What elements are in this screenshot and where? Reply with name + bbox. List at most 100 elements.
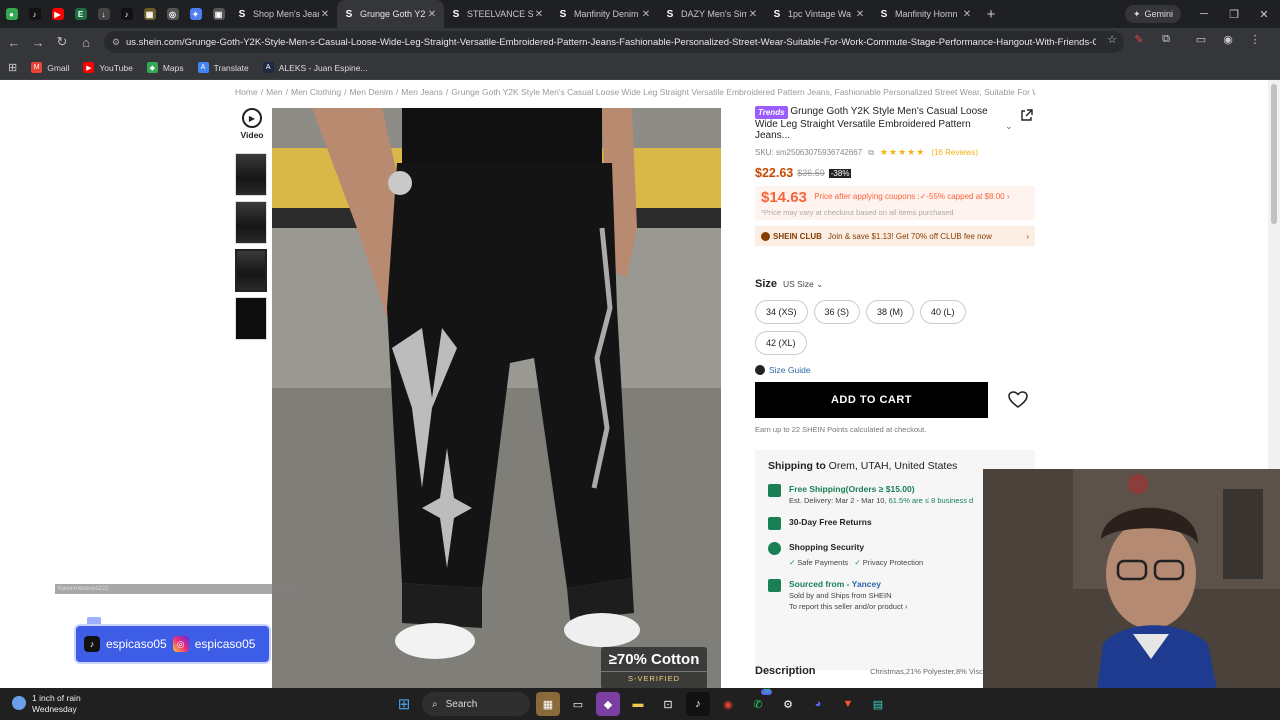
pinned-tab[interactable]: ▦ — [138, 0, 161, 28]
pinned-tab[interactable]: ✦ — [184, 0, 207, 28]
size-option-button[interactable]: 40 (L) — [920, 300, 966, 324]
back-icon[interactable]: ← — [2, 30, 26, 54]
windows-start-icon[interactable]: ⊞ — [392, 692, 416, 716]
browser-tab[interactable]: S Grunge Goth Y2K ✕ — [337, 0, 444, 28]
close-tab-icon[interactable]: ✕ — [426, 9, 438, 20]
browser-tab[interactable]: S Shop Men's Jean ✕ — [230, 0, 337, 28]
chevron-down-icon[interactable]: ⌄ — [1005, 121, 1013, 132]
size-guide-link[interactable]: Size Guide — [755, 365, 1035, 375]
app-icon[interactable]: ◆ — [596, 692, 620, 716]
bookmark-star-icon[interactable]: ☆ — [1105, 32, 1119, 46]
image-thumbnail[interactable] — [235, 153, 267, 196]
close-tab-icon[interactable]: ✕ — [533, 9, 545, 20]
pinned-tab[interactable]: ◎ — [161, 0, 184, 28]
bookmark-item[interactable]: A ALEKS - Juan Espine... — [262, 62, 368, 73]
reviews-link[interactable]: (16 Reviews) — [931, 148, 978, 157]
bookmark-item[interactable]: ◆ Maps — [146, 62, 184, 73]
scrollbar-thumb[interactable] — [1271, 84, 1277, 224]
tiktok-app-icon[interactable]: ♪ — [686, 692, 710, 716]
apps-grid-icon[interactable]: ⊞ — [8, 61, 17, 74]
close-tab-icon[interactable]: ✕ — [640, 9, 652, 20]
gemini-button[interactable]: ✦ Gemini — [1125, 5, 1181, 23]
browser-tab[interactable]: S STEELVANCE Stre✕ — [444, 0, 551, 28]
weather-widget[interactable]: 1 inch of rain Wednesday — [12, 693, 81, 715]
menu-dots-icon[interactable]: ⋮ — [1248, 32, 1262, 46]
description-row[interactable]: Description Christmas,21% Polyester,8% V… — [755, 665, 995, 677]
breadcrumb-link[interactable]: Men — [266, 87, 283, 97]
site-info-icon[interactable]: ⚙ — [112, 37, 126, 48]
brave-icon[interactable]: ▼ — [836, 692, 860, 716]
store-icon[interactable]: ⊡ — [656, 692, 680, 716]
breadcrumb-link[interactable]: Men Denim — [349, 87, 392, 97]
size-option-button[interactable]: 34 (XS) — [755, 300, 808, 324]
profile-avatar-icon[interactable]: ◉ — [1221, 32, 1235, 46]
chrome-app-icon[interactable]: ◉ — [716, 692, 740, 716]
instagram-handle: espicaso05 — [194, 637, 256, 651]
widget-icon[interactable]: ▦ — [536, 692, 560, 716]
vendor-link[interactable]: Yancey — [852, 579, 881, 589]
pinned-tab[interactable]: ♪ — [23, 0, 46, 28]
pinned-tab[interactable]: ▶ — [46, 0, 69, 28]
taskbar-search[interactable]: ⌕ Search — [422, 692, 530, 716]
jeans-photo — [272, 108, 721, 688]
discord-icon[interactable]: ◕ — [806, 692, 830, 716]
webcam-overlay — [983, 469, 1280, 720]
breadcrumb-link[interactable]: Men Jeans — [401, 87, 443, 97]
extensions-puzzle-icon[interactable]: ⧉ — [1159, 32, 1173, 46]
browser-tab[interactable]: S DAZY Men's Sim ✕ — [658, 0, 765, 28]
bookmark-item[interactable]: ▶ YouTube — [83, 62, 133, 73]
browser-tab[interactable]: S 1pc Vintage Wa ✕ — [765, 0, 872, 28]
task-view-icon[interactable]: ▭ — [566, 692, 590, 716]
size-option-button[interactable]: 42 (XL) — [755, 331, 807, 355]
bookmark-item[interactable]: M Gmail — [31, 62, 69, 73]
close-window-icon[interactable]: ✕ — [1249, 0, 1279, 28]
main-product-image[interactable] — [272, 108, 721, 688]
image-thumbnail-selected[interactable] — [235, 249, 267, 292]
minimize-icon[interactable]: ─ — [1189, 0, 1219, 28]
report-link[interactable]: To report this seller and/or product › — [789, 602, 907, 611]
close-tab-icon[interactable]: ✕ — [854, 9, 866, 20]
extension-icon[interactable]: ✎ — [1132, 32, 1146, 46]
image-thumbnail[interactable] — [235, 201, 267, 244]
add-to-cart-button[interactable]: ADD TO CART — [755, 382, 988, 418]
star-icon: ★ — [916, 147, 926, 157]
wishlist-button[interactable] — [1001, 383, 1035, 417]
home-icon[interactable]: ⌂ — [74, 30, 98, 54]
pinned-tab[interactable]: ● — [0, 0, 23, 28]
pinned-tab[interactable]: ♪ — [115, 0, 138, 28]
bookmark-item[interactable]: A Translate — [197, 62, 249, 73]
size-option-button[interactable]: 36 (S) — [813, 300, 861, 324]
copy-icon[interactable]: ⧉ — [868, 148, 874, 158]
share-icon[interactable] — [1020, 108, 1034, 122]
video-thumbnail[interactable]: ▶ Video — [235, 108, 269, 148]
close-tab-icon[interactable]: ✕ — [319, 9, 331, 20]
browser-tab[interactable]: S Manfinity Denim ✕ — [551, 0, 658, 28]
browser-tab[interactable]: S Manfinity Homn ✕ — [872, 0, 979, 28]
forward-icon[interactable]: → — [26, 30, 50, 54]
sourced-label: Sourced from — [789, 579, 845, 589]
breadcrumb-link[interactable]: Men Clothing — [291, 87, 341, 97]
whatsapp-icon[interactable]: ✆ 28 — [746, 689, 772, 716]
notepad-icon[interactable]: ▤ — [866, 692, 890, 716]
pinned-tab[interactable]: ▣ — [207, 0, 230, 28]
side-panel-icon[interactable]: ▭ — [1194, 32, 1208, 46]
excel-icon: E — [74, 8, 87, 20]
rain-cloud-icon — [12, 696, 26, 710]
steam-icon[interactable]: ⚙ — [776, 692, 800, 716]
url-input[interactable]: ⚙ us.shein.com/Grunge-Goth-Y2K-Style-Men… — [104, 31, 1124, 53]
size-option-button[interactable]: 38 (M) — [866, 300, 915, 324]
new-tab-button[interactable]: + — [979, 6, 1003, 23]
close-tab-icon[interactable]: ✕ — [961, 9, 973, 20]
pinned-tab[interactable]: E — [69, 0, 92, 28]
pinned-tab[interactable]: ↓ — [92, 0, 115, 28]
maximize-icon[interactable]: ❐ — [1219, 0, 1249, 28]
reload-icon[interactable]: ↻ — [50, 30, 74, 54]
size-system-select[interactable]: US Size ⌄ — [783, 279, 823, 290]
close-tab-icon[interactable]: ✕ — [747, 9, 759, 20]
coupon-box[interactable]: $14.63 Price after applying coupons :✓-5… — [755, 186, 1035, 220]
shein-club-banner[interactable]: SHEIN CLUB Join & save $1.13! Get 70% of… — [755, 226, 1035, 246]
image-thumbnail[interactable] — [235, 297, 267, 340]
file-explorer-icon[interactable]: ▬ — [626, 692, 650, 716]
breadcrumb-link[interactable]: Home — [235, 87, 258, 97]
breadcrumb-link[interactable]: Grunge Goth Y2K Style Men's Casual Loose… — [451, 87, 1035, 97]
